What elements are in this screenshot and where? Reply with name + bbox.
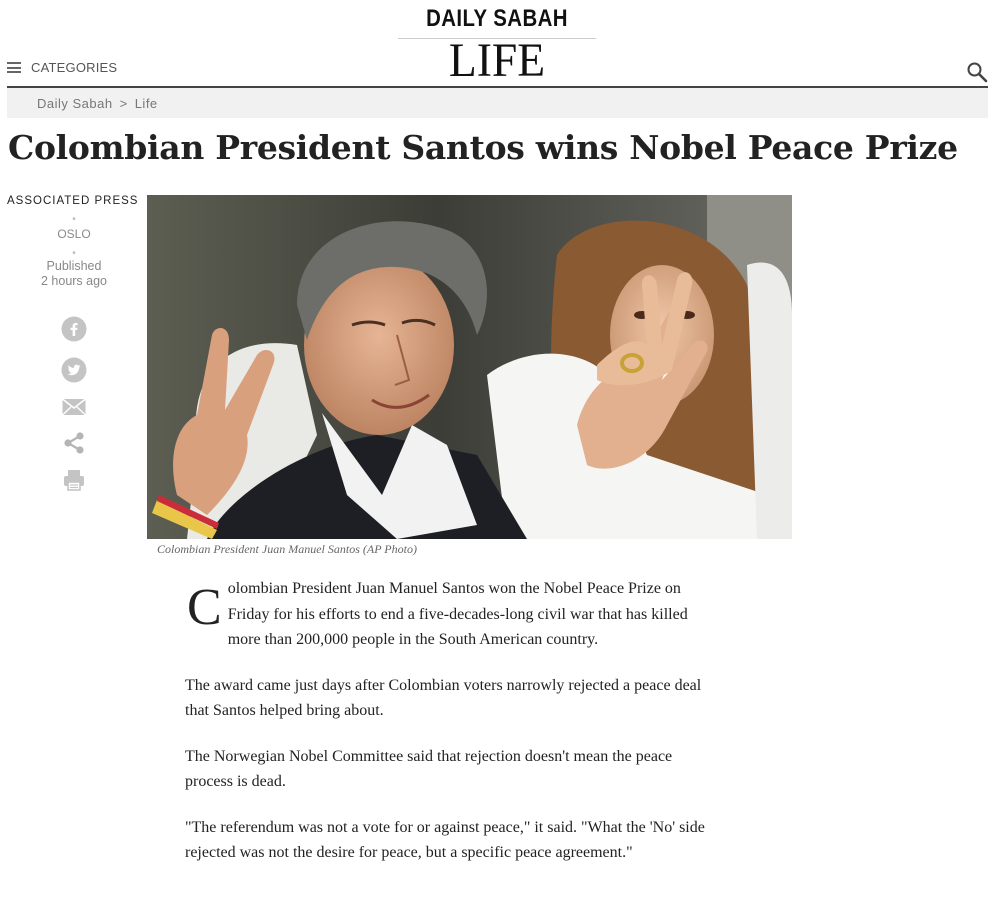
site-logo[interactable]: DAILY SABAH LIFE	[398, 4, 596, 87]
author-name[interactable]: ASSOCIATED PRESS	[0, 195, 148, 207]
twitter-share-button[interactable]	[60, 356, 88, 384]
breadcrumb: Daily Sabah > Life	[7, 88, 988, 118]
facebook-icon	[61, 316, 87, 342]
breadcrumb-home[interactable]: Daily Sabah	[37, 96, 113, 111]
site-header: DAILY SABAH LIFE CATEGORIES	[0, 0, 995, 88]
meta-dot: •	[72, 214, 76, 225]
share-icon	[64, 432, 84, 454]
print-icon	[64, 470, 84, 491]
article-paragraph: "The referendum was not a vote for or ag…	[185, 818, 705, 862]
lead-paragraph: C olombian President Juan Manuel Santos …	[185, 576, 715, 653]
section-name: LIFE	[448, 34, 546, 87]
article-paragraph: The award came just days after Colombian…	[185, 676, 702, 720]
search-icon	[967, 62, 988, 83]
published-time: 2 hours ago	[40, 274, 108, 288]
dateline-location: OSLO	[57, 227, 91, 241]
categories-label: CATEGORIES	[31, 60, 118, 75]
photo-caption: Colombian President Juan Manuel Santos (…	[157, 542, 417, 556]
search-button[interactable]	[966, 61, 988, 83]
facebook-share-button[interactable]	[60, 315, 88, 343]
categories-menu-button[interactable]: CATEGORIES	[7, 60, 117, 75]
lead-text: olombian President Juan Manuel Santos wo…	[227, 580, 688, 648]
published-label: Published	[46, 259, 102, 273]
breadcrumb-separator: >	[119, 95, 128, 111]
article-photo[interactable]	[147, 195, 792, 539]
breadcrumb-life[interactable]: Life	[135, 96, 158, 111]
photo-illustration	[147, 195, 792, 539]
email-icon	[62, 398, 86, 416]
share-button[interactable]	[60, 429, 88, 457]
article-body: C olombian President Juan Manuel Santos …	[185, 576, 715, 886]
email-share-button[interactable]	[60, 393, 88, 421]
article-paragraph: The Norwegian Nobel Committee said that …	[185, 747, 673, 791]
hamburger-icon	[7, 62, 21, 73]
twitter-icon	[61, 357, 87, 383]
drop-cap: C	[187, 579, 222, 636]
article-title: Colombian President Santos wins Nobel Pe…	[8, 128, 958, 167]
brand-name: DAILY SABAH	[426, 5, 568, 32]
print-button[interactable]	[60, 466, 88, 494]
meta-dot: •	[72, 248, 76, 259]
article-meta: ASSOCIATED PRESS • OSLO • Published 2 ho…	[0, 195, 148, 289]
